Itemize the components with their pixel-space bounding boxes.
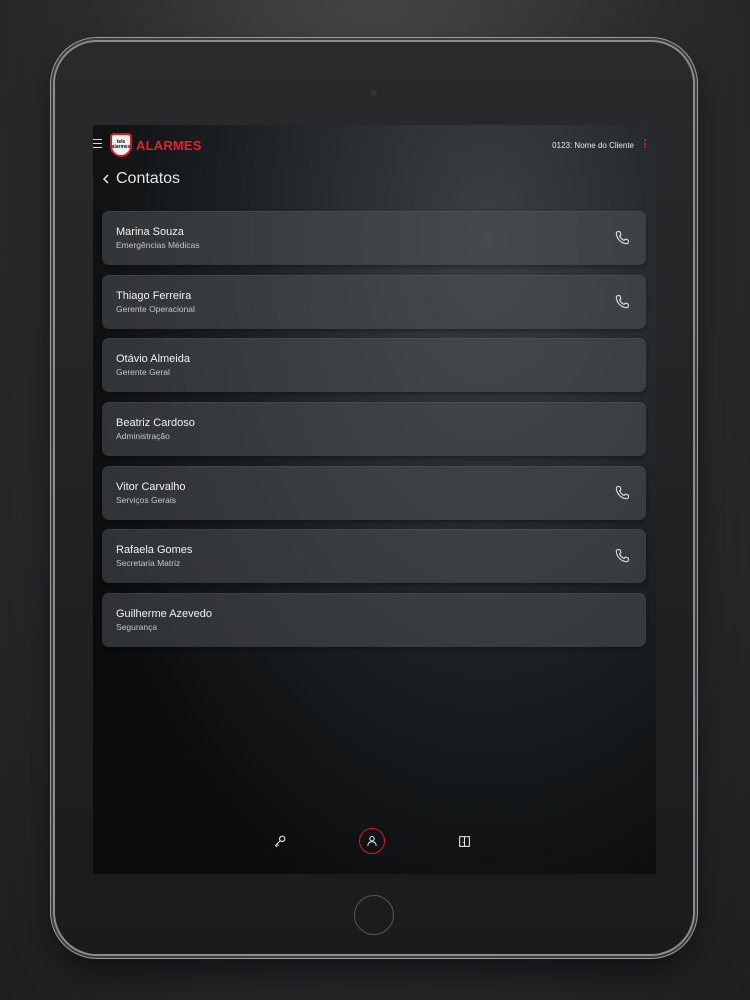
contact-card[interactable]: Otávio Almeida Gerente Geral <box>102 338 646 393</box>
back-chevron-icon[interactable] <box>99 172 113 186</box>
phone-icon[interactable] <box>613 293 631 311</box>
home-button[interactable] <box>354 895 394 935</box>
app-screen: tele alarmes ALARMES 0123: Nome do Clien… <box>93 125 656 874</box>
page-title: Contatos <box>116 170 181 187</box>
contact-card[interactable]: Guilherme Azevedo Segurança <box>102 593 646 648</box>
contact-role: Emergências Médicas <box>116 240 200 250</box>
contact-card[interactable]: Thiago Ferreira Gerente Operacional <box>102 274 646 329</box>
contact-role: Administração <box>116 431 170 442</box>
page-header: Contatos <box>99 167 180 191</box>
contact-role: Secretaria Matriz <box>116 558 181 569</box>
brand-logo: tele alarmes ALARMES <box>110 132 202 158</box>
camera-icon <box>369 88 379 98</box>
contact-role: Gerente Operacional <box>116 303 195 314</box>
logo-shield-icon: tele alarmes <box>110 133 132 157</box>
contact-name: Rafaela Gomes <box>116 544 193 557</box>
contact-card[interactable]: Vitor Carvalho Serviços Gerais <box>102 465 646 520</box>
contact-role: Gerente Geral <box>116 367 170 378</box>
contact-name: Marina Souza <box>116 226 184 238</box>
hamburger-menu-icon[interactable] <box>93 139 102 148</box>
more-options-icon[interactable] <box>644 139 647 150</box>
phone-icon[interactable] <box>613 484 631 502</box>
person-icon[interactable] <box>359 828 385 854</box>
client-selector[interactable]: 0123: Nome do Cliente <box>552 141 634 150</box>
top-bar: tele alarmes ALARMES 0123: Nome do Clien… <box>93 125 656 165</box>
door-icon[interactable] <box>451 828 477 854</box>
key-icon[interactable] <box>267 828 293 854</box>
bottom-navigation <box>93 828 656 858</box>
logo-text-alarmes-small: alarmes <box>111 144 131 150</box>
contact-name: Beatriz Cardoso <box>116 417 195 430</box>
phone-icon[interactable] <box>613 547 631 565</box>
contact-name: Otávio Almeida <box>116 353 190 366</box>
contact-list: Marina Souza Emergências Médicas Thiago … <box>102 211 646 657</box>
contact-name: Vitor Carvalho <box>116 480 186 493</box>
contact-name: Guilherme Azevedo <box>116 608 212 621</box>
tablet-frame: tele alarmes ALARMES 0123: Nome do Clien… <box>55 42 693 954</box>
contact-role: Serviços Gerais <box>116 494 176 505</box>
contact-card[interactable]: Marina Souza Emergências Médicas <box>102 211 646 265</box>
phone-icon[interactable] <box>613 229 631 247</box>
contact-card[interactable]: Beatriz Cardoso Administração <box>102 402 646 457</box>
contact-name: Thiago Ferreira <box>116 289 192 302</box>
contact-card[interactable]: Rafaela Gomes Secretaria Matriz <box>102 529 646 584</box>
contact-role: Segurança <box>116 622 158 633</box>
brand-name: ALARMES <box>136 137 202 153</box>
